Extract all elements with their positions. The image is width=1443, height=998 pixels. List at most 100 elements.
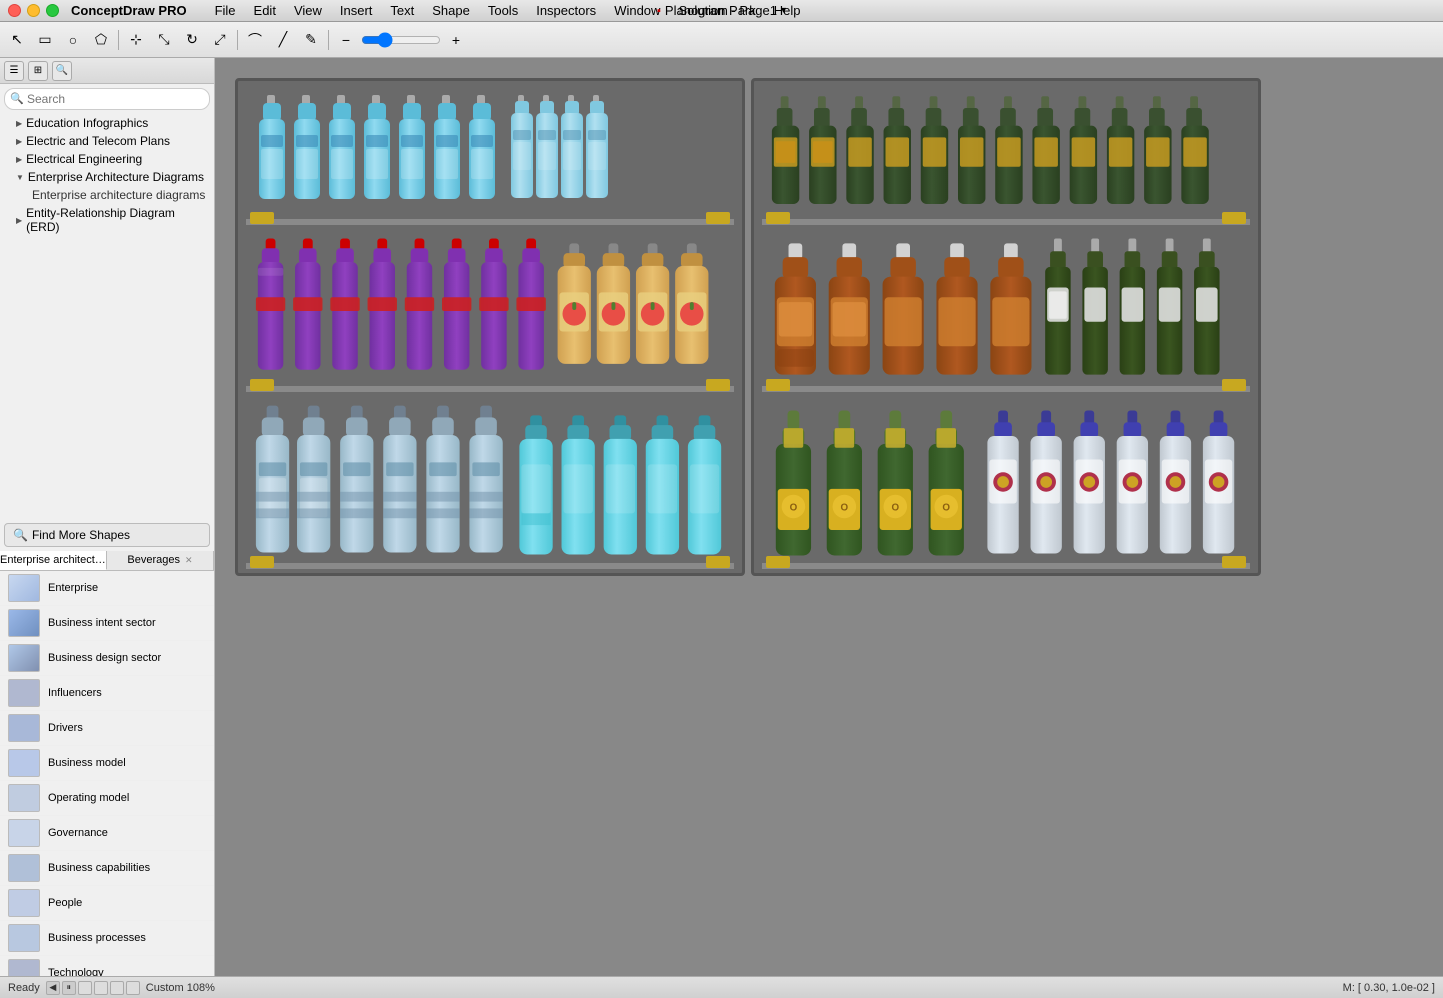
pen-tool[interactable]: ✎	[298, 27, 324, 53]
nav-tree: ▶ Education Infographics ▶ Electric and …	[0, 114, 214, 519]
nav-electrical-engineering[interactable]: ▶ Electrical Engineering	[0, 150, 214, 168]
sidebar-toolbar: ☰ ⊞ 🔍	[0, 58, 214, 84]
shape-thumbnail	[8, 819, 40, 847]
shape-tool[interactable]: ⬠	[88, 27, 114, 53]
find-more-icon: 🔍	[13, 528, 28, 542]
page-dot-1[interactable]	[78, 981, 92, 995]
shelf-label	[706, 212, 730, 224]
shape-label: Business intent sector	[48, 617, 156, 629]
menu-view[interactable]: View	[286, 1, 330, 20]
ellipse-tool[interactable]: ○	[60, 27, 86, 53]
menu-text[interactable]: Text	[382, 1, 422, 20]
expand-icon: ▼	[16, 173, 24, 182]
list-item[interactable]: Influencers	[0, 676, 214, 711]
tab-beverages[interactable]: Beverages ✕	[107, 551, 214, 570]
list-item[interactable]: Enterprise	[0, 571, 214, 606]
list-item[interactable]: Business processes	[0, 921, 214, 956]
menu-shape[interactable]: Shape	[424, 1, 478, 20]
sidebar: ☰ ⊞ 🔍 🔍 ▶ Education Infographics ▶ Elect…	[0, 58, 215, 976]
find-more-shapes-btn[interactable]: 🔍 Find More Shapes	[4, 523, 210, 547]
rectangle-tool[interactable]: ▭	[32, 27, 58, 53]
shape-label: Drivers	[48, 722, 83, 734]
whiskey-bottles	[766, 237, 1246, 382]
svg-text:O: O	[892, 502, 900, 513]
shelf-unit-right: O	[751, 78, 1261, 576]
menu-edit[interactable]: Edit	[246, 1, 284, 20]
page-dot-3[interactable]	[110, 981, 124, 995]
separator	[328, 30, 329, 50]
svg-text:O: O	[841, 502, 849, 513]
shelf-label	[706, 379, 730, 391]
shape-thumbnail	[8, 784, 40, 812]
zoom-level-display: Custom 108%	[146, 982, 215, 994]
menu-tools[interactable]: Tools	[480, 1, 526, 20]
zoom-control	[361, 32, 441, 48]
sidebar-grid-view[interactable]: ⊞	[28, 61, 48, 81]
zoom-out-btn[interactable]: −	[333, 27, 359, 53]
canvas-area[interactable]: O	[215, 58, 1443, 976]
sidebar-list-view[interactable]: ☰	[4, 61, 24, 81]
list-item[interactable]: Operating model	[0, 781, 214, 816]
connector-tool[interactable]: ⌒	[242, 27, 268, 53]
pointer-tool[interactable]: ↖	[4, 27, 30, 53]
canvas[interactable]: O	[215, 58, 1443, 596]
list-item[interactable]: Business model	[0, 746, 214, 781]
select-tool[interactable]: ⊹	[123, 27, 149, 53]
shape-label: Business design sector	[48, 652, 161, 664]
list-item[interactable]: Technology	[0, 956, 214, 976]
nav-electric-telecom[interactable]: ▶ Electric and Telecom Plans	[0, 132, 214, 150]
shape-thumbnail	[8, 644, 40, 672]
close-button[interactable]	[8, 4, 21, 17]
large-water-bottles	[250, 404, 730, 559]
list-item[interactable]: Governance	[0, 816, 214, 851]
zoom-slider[interactable]	[361, 32, 441, 48]
page-dot-2[interactable]	[94, 981, 108, 995]
rotate-tool[interactable]: ↻	[179, 27, 205, 53]
menu-file[interactable]: File	[207, 1, 244, 20]
expand-icon: ▶	[16, 155, 22, 164]
soda-bottles	[250, 237, 730, 382]
nav-enterprise-arch-diagrams[interactable]: Enterprise architecture diagrams	[0, 186, 214, 204]
shape-list: Enterprise Business intent sector Busine…	[0, 571, 214, 976]
svg-text:O: O	[790, 502, 798, 513]
shape-label: People	[48, 897, 82, 909]
shelf-label	[1222, 556, 1246, 568]
tab-enterprise-arch[interactable]: Enterprise architecture... ✕	[0, 551, 107, 570]
shelf-label	[766, 556, 790, 568]
resize-tool[interactable]: ⤢	[207, 27, 233, 53]
minimize-button[interactable]	[27, 4, 40, 17]
shelf-label	[250, 556, 274, 568]
separator	[237, 30, 238, 50]
maximize-button[interactable]	[46, 4, 59, 17]
list-item[interactable]: Business design sector	[0, 641, 214, 676]
shape-label: Influencers	[48, 687, 102, 699]
tab-close-icon[interactable]: ✕	[185, 555, 193, 565]
nav-enterprise-arch[interactable]: ▼ Enterprise Architecture Diagrams	[0, 168, 214, 186]
list-item[interactable]: Business capabilities	[0, 851, 214, 886]
menu-inspectors[interactable]: Inspectors	[528, 1, 604, 20]
line-tool[interactable]: ╱	[270, 27, 296, 53]
search-input[interactable]	[4, 88, 210, 110]
transform-tool[interactable]: ⤡	[151, 27, 177, 53]
champagne-vodka: O	[766, 404, 1246, 559]
list-item[interactable]: Business intent sector	[0, 606, 214, 641]
nav-education-infographics[interactable]: ▶ Education Infographics	[0, 114, 214, 132]
shape-thumbnail	[8, 959, 40, 976]
zoom-in-btn[interactable]: +	[443, 27, 469, 53]
pause-btn[interactable]: ⏸	[62, 981, 76, 995]
canvas-scroll[interactable]: O	[215, 58, 1443, 976]
shelf-label	[766, 379, 790, 391]
list-item[interactable]: Drivers	[0, 711, 214, 746]
list-item[interactable]: People	[0, 886, 214, 921]
menu-insert[interactable]: Insert	[332, 1, 381, 20]
planogram-diagram: O	[235, 78, 1423, 576]
shelf-label	[1222, 379, 1246, 391]
sidebar-search-btn[interactable]: 🔍	[52, 61, 72, 81]
shelf-label	[250, 379, 274, 391]
nav-erd[interactable]: ▶ Entity-Relationship Diagram (ERD)	[0, 204, 214, 236]
shelf-label	[706, 556, 730, 568]
page-dot-4[interactable]	[126, 981, 140, 995]
shelf-row-champagne: O	[762, 398, 1250, 569]
prev-page-btn[interactable]: ◀	[46, 981, 60, 995]
shape-label: Enterprise	[48, 582, 98, 594]
